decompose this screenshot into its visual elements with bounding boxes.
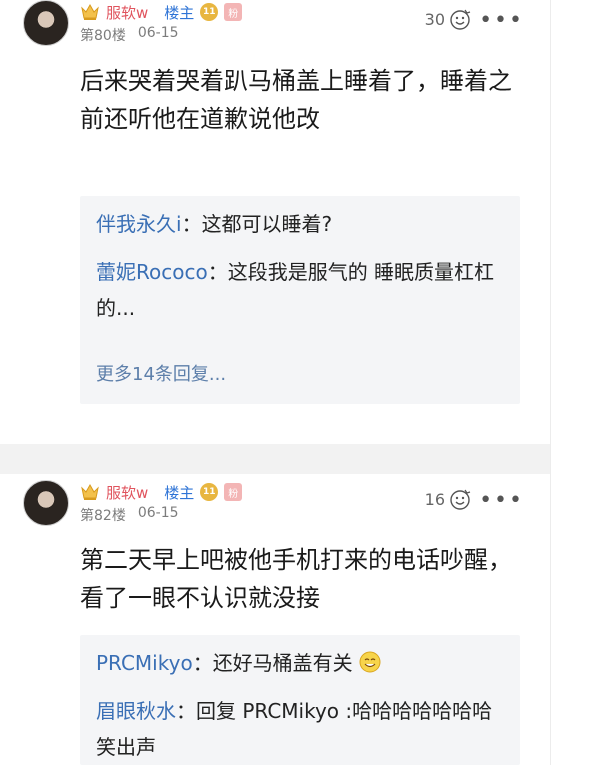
crown-icon <box>80 483 100 501</box>
host-tag: 楼主 <box>164 3 195 22</box>
post-date: 06-15 <box>137 25 179 41</box>
reply-author[interactable]: 眉眼秋水 <box>96 699 176 723</box>
reply-author[interactable]: 伴我永久i <box>96 212 182 236</box>
post-content: 第二天早上吧被他手机打来的电话吵醒，看了一眼不认识就没接 <box>80 546 512 612</box>
like-icon[interactable] <box>448 7 472 31</box>
floor-number: 第82楼 <box>80 508 126 524</box>
comment-post: 服软w 楼主 11 粉 第80楼 06-15 30 ••• 后来哭着哭着趴马桶盖… <box>0 0 550 444</box>
like-count: 30 <box>424 10 445 29</box>
avatar[interactable] <box>23 480 69 526</box>
scroll-edge <box>550 0 592 765</box>
reply-item[interactable]: 蕾妮Rococo：这段我是服气的 睡眠质量杠杠的... <box>96 254 506 326</box>
post-content: 后来哭着哭着趴马桶盖上睡着了，睡着之前还听他在道歉说他改 <box>80 67 512 133</box>
avatar[interactable] <box>23 0 69 46</box>
post-meta: 第82楼 06-15 <box>80 505 179 525</box>
post-meta: 第80楼 06-15 <box>80 25 179 45</box>
reply-box: PRCMikyo：还好马桶盖有关 眉眼秋水：回复 PRCMikyo :哈哈哈哈哈… <box>80 635 520 765</box>
reply-separator: ： <box>181 212 202 236</box>
like-count: 16 <box>424 490 445 509</box>
more-icon[interactable]: ••• <box>479 8 524 33</box>
post-divider <box>0 444 592 474</box>
author-row: 服软w 楼主 11 粉 <box>80 1 243 23</box>
floor-number: 第80楼 <box>80 28 126 44</box>
fan-badge: 粉 <box>224 3 243 21</box>
reply-author[interactable]: PRCMikyo <box>96 651 193 675</box>
reply-text: 还好马桶盖有关 <box>212 651 353 675</box>
reply-author[interactable]: 蕾妮Rococo <box>96 260 208 284</box>
more-replies-link[interactable]: 更多14条回复... <box>96 360 226 386</box>
author-row: 服软w 楼主 11 粉 <box>80 481 243 503</box>
reply-separator: ： <box>176 699 196 723</box>
crown-icon <box>80 3 100 21</box>
reply-separator: ： <box>192 651 213 675</box>
reply-item[interactable]: 眉眼秋水：回复 PRCMikyo :哈哈哈哈哈哈哈笑出声 <box>96 693 506 765</box>
reply-item[interactable]: PRCMikyo：还好马桶盖有关 <box>96 645 506 681</box>
reply-box: 伴我永久i：这都可以睡着? 蕾妮Rococo：这段我是服气的 睡眠质量杠杠的..… <box>80 196 520 404</box>
fan-badge: 粉 <box>224 483 243 501</box>
reply-separator: ： <box>207 260 228 284</box>
username[interactable]: 服软w <box>106 482 148 503</box>
smile-icon <box>359 648 381 673</box>
username[interactable]: 服软w <box>106 2 148 23</box>
reply-item[interactable]: 伴我永久i：这都可以睡着? <box>96 206 506 242</box>
level-badge: 11 <box>200 3 219 21</box>
post-date: 06-15 <box>137 505 179 521</box>
level-badge: 11 <box>200 483 219 501</box>
reply-text: 这都可以睡着? <box>201 212 333 236</box>
more-icon[interactable]: ••• <box>479 488 524 513</box>
host-tag: 楼主 <box>164 483 195 502</box>
like-icon[interactable] <box>448 487 472 511</box>
